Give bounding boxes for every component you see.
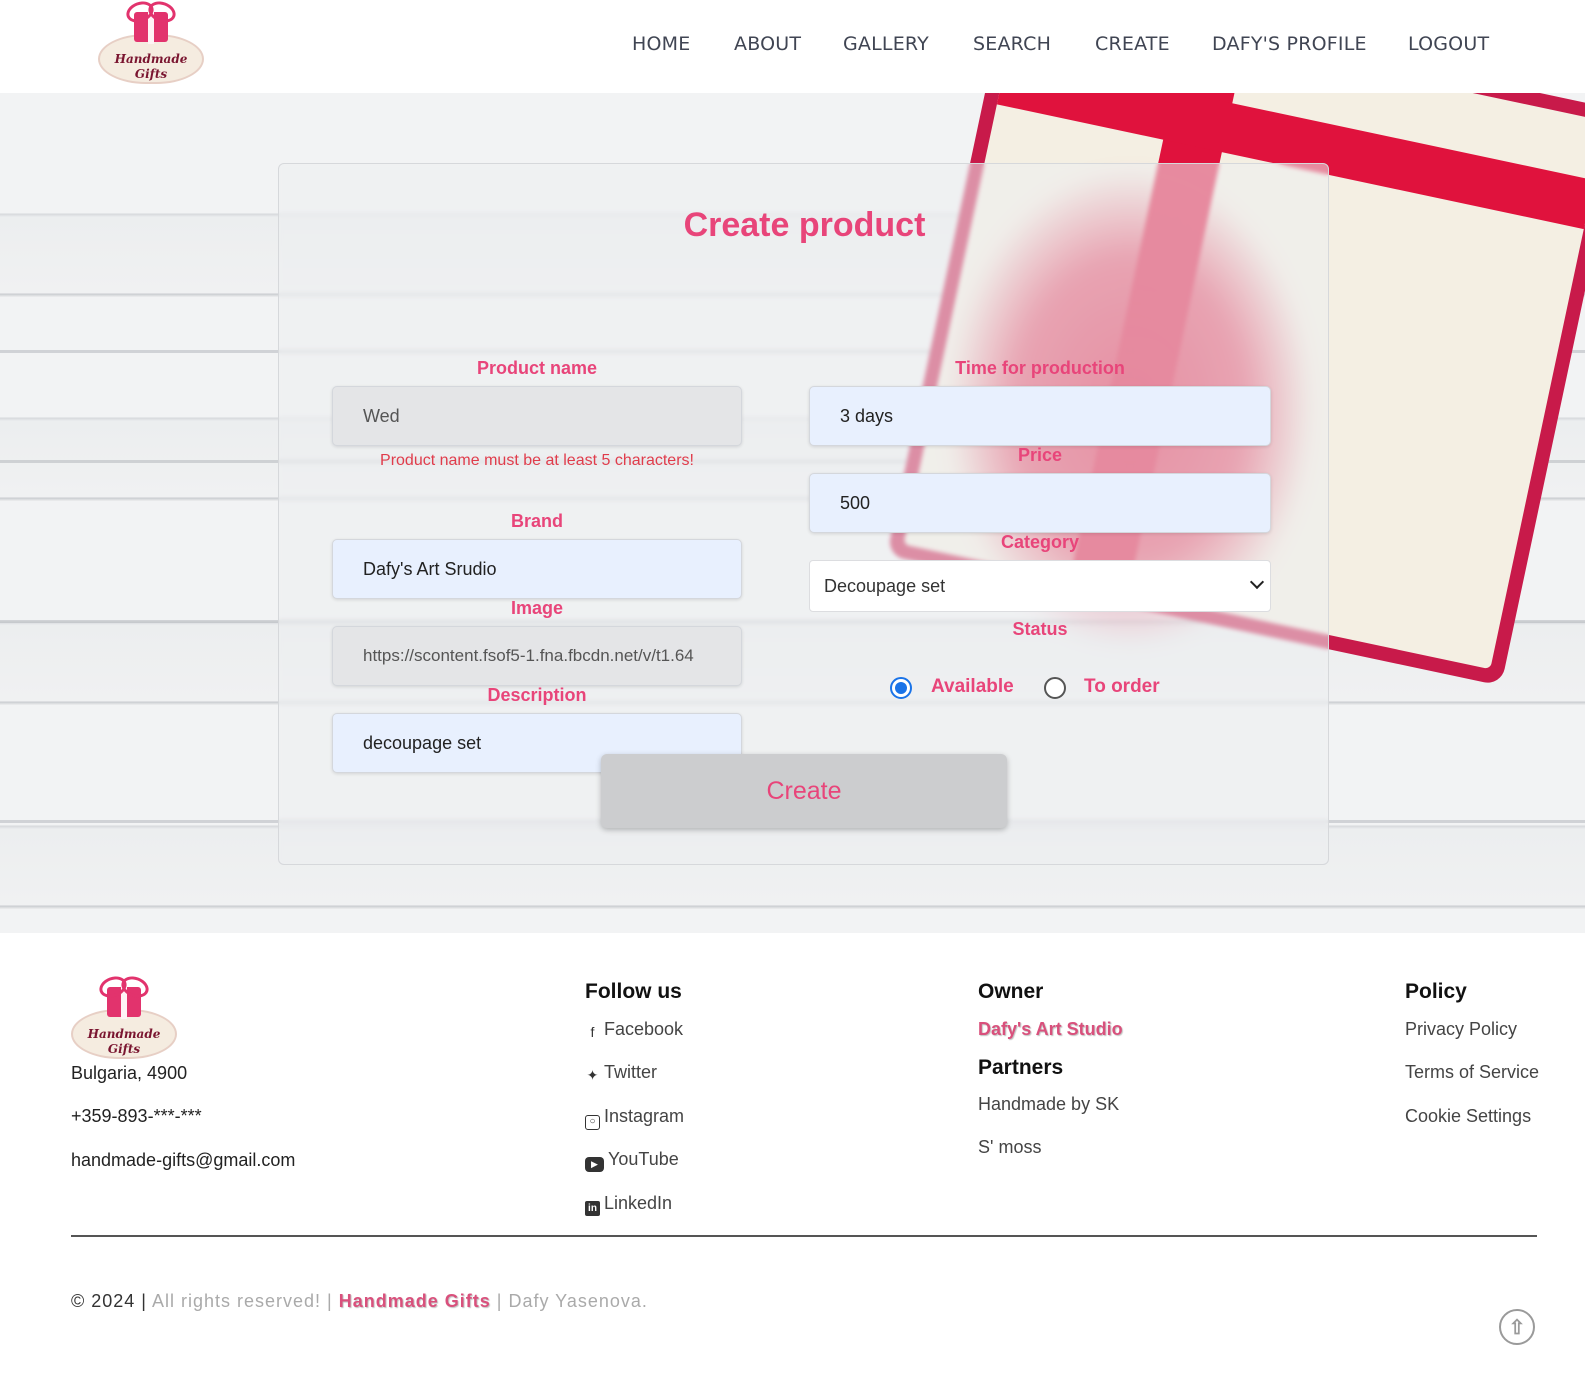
facebook-link[interactable]: f Facebook [585,1019,684,1040]
logo-text-line1: Handmade [87,1027,161,1041]
status-order-radio[interactable] [1044,677,1066,699]
product-name-input[interactable]: Wed [332,386,742,446]
site-footer: Handmade Gifts Bulgaria, 4900 +359-893-*… [0,933,1585,1378]
site-header: Handmade Gifts HOME ABOUT GALLERY SEARCH… [0,0,1585,93]
brand-input[interactable]: Dafy's Art Srudio [332,539,742,599]
nav-home[interactable]: HOME [632,33,690,55]
nav-gallery[interactable]: GALLERY [843,33,929,55]
gift-bow-icon [126,2,176,18]
twitter-label: Twitter [604,1062,658,1082]
page-title: Create product [683,206,926,244]
twitter-icon: ✦ [586,1067,599,1083]
hero-background: Create product Product name Wed Product … [0,93,1585,933]
status-available-radio[interactable] [890,677,912,699]
footer-divider [71,1235,1537,1237]
follow-us-heading: Follow us [585,980,682,1003]
copyright-year: © 2024 | [71,1291,147,1311]
linkedin-icon: in [585,1201,600,1216]
brand-label: Brand [510,511,563,531]
owner-link[interactable]: Dafy's Art Studio [978,1019,1123,1040]
status-order-label[interactable]: To order [1084,676,1160,698]
policy-heading: Policy [1405,980,1467,1003]
arrow-up-icon[interactable]: ⇧ [1499,1309,1535,1345]
product-name-error: Product name must be at least 5 characte… [380,452,694,469]
time-label: Time for production [955,358,1125,378]
copyright-rights: All rights reserved! | [152,1291,333,1311]
instagram-label: Instagram [604,1106,685,1126]
partner-link[interactable]: Handmade by SK [978,1094,1119,1115]
terms-link[interactable]: Terms of Service [1405,1062,1539,1083]
footer-email: handmade-gifts@gmail.com [71,1150,296,1170]
footer-address: Bulgaria, 4900 [71,1063,188,1083]
time-input[interactable]: 3 days [809,386,1271,446]
price-label: Price [1017,445,1063,465]
category-select[interactable]: Decoupage set [809,560,1271,612]
cookie-settings-link[interactable]: Cookie Settings [1405,1106,1531,1127]
privacy-policy-link[interactable]: Privacy Policy [1405,1019,1517,1040]
linkedin-link[interactable]: in LinkedIn [585,1193,672,1216]
status-available-label[interactable]: Available [931,676,1014,698]
create-button[interactable]: Create [601,754,1007,828]
facebook-label: Facebook [604,1019,684,1039]
copyright: © 2024 | All rights reserved! | Handmade… [71,1291,648,1312]
gift-bow-icon [99,977,149,993]
chevron-down-icon [1249,574,1265,590]
nav-create[interactable]: CREATE [1095,33,1170,55]
owner-heading: Owner [978,980,1044,1003]
partners-heading: Partners [978,1056,1064,1079]
twitter-link[interactable]: ✦ Twitter [585,1062,657,1083]
footer-phone: +359-893-***-*** [71,1106,202,1126]
create-product-form: Create product Product name Wed Product … [278,163,1329,865]
youtube-link[interactable]: ▶ YouTube [585,1149,679,1172]
status-label: Status [1012,619,1068,639]
linkedin-label: LinkedIn [604,1193,673,1213]
facebook-icon: f [590,1024,595,1040]
description-label: Description [487,685,587,705]
category-selected: Decoupage set [824,575,946,596]
nav-logout[interactable]: LOGOUT [1408,33,1489,55]
product-name-label: Product name [476,358,598,378]
logo-text-line2: Gifts [107,1042,141,1056]
instagram-link[interactable]: ○ Instagram [585,1106,684,1130]
footer-logo[interactable]: Handmade Gifts [71,983,177,1061]
image-url-input[interactable]: https://scontent.fsof5-1.fna.fbcdn.net/v… [332,626,742,686]
partner-link[interactable]: S' moss [978,1137,1041,1158]
price-input[interactable]: 500 [809,473,1271,533]
instagram-icon: ○ [585,1115,600,1130]
nav-profile[interactable]: DAFY'S PROFILE [1212,33,1367,55]
image-label: Image [510,598,564,618]
category-label: Category [1000,532,1080,552]
nav-search[interactable]: SEARCH [973,33,1051,55]
copyright-brand-link[interactable]: Handmade Gifts [339,1291,491,1311]
logo-text-line2: Gifts [134,67,168,81]
copyright-author: | Dafy Yasenova. [496,1291,648,1311]
youtube-icon: ▶ [585,1157,604,1172]
youtube-label: YouTube [608,1149,679,1169]
nav-about[interactable]: ABOUT [734,33,801,55]
main-nav: HOME ABOUT GALLERY SEARCH CREATE DAFY'S … [0,33,1585,63]
